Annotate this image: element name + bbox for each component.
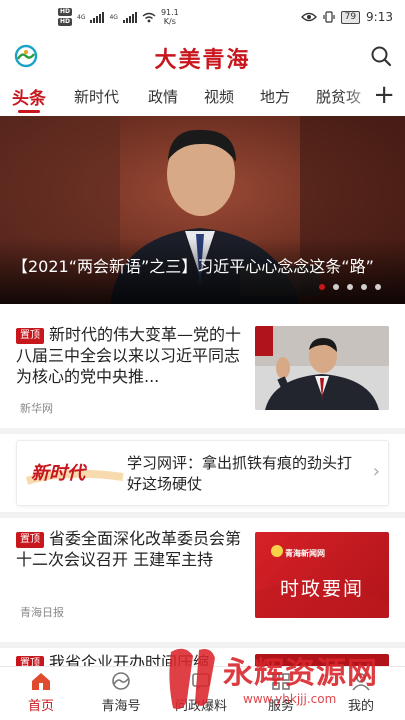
thumbnail-title: 时政要闻 xyxy=(279,578,364,600)
sim1-badge: HD xyxy=(58,8,73,16)
nav-label: 青海号 xyxy=(101,699,141,714)
section-divider xyxy=(0,428,405,434)
tab-politics[interactable]: 政情 xyxy=(148,86,178,107)
section-divider xyxy=(0,512,405,518)
battery-indicator: 79 xyxy=(340,10,361,24)
wifi-icon xyxy=(142,12,156,22)
add-channel-icon[interactable]: + xyxy=(373,82,395,108)
carousel-dot[interactable] xyxy=(361,284,367,290)
tab-headlines[interactable]: 头条 xyxy=(12,84,46,109)
nav-qinghai-hao[interactable]: 青海号 xyxy=(86,671,156,714)
hero-caption[interactable]: 【2021“两会新语”之三】习近平心心念念这条“路” xyxy=(12,256,377,278)
sim-indicators: HD HD xyxy=(58,8,73,26)
news-thumbnail[interactable]: 青海新闻网 时政要闻 xyxy=(255,532,389,618)
watermark-url: www.yhkjjj.com xyxy=(243,692,337,706)
thumbnail-header: 青海新闻网 xyxy=(285,549,325,558)
sim2-badge: HD xyxy=(58,18,73,26)
signal2-icon xyxy=(122,11,137,23)
news-title[interactable]: 置顶 新时代的伟大变革—党的十八届三中全会以来以习近平同志为核心的党中央推... xyxy=(16,324,244,387)
featured-title[interactable]: 学习网评：拿出抓铁有痕的劲头打好这场硬仗 xyxy=(127,453,362,495)
carousel-dots xyxy=(319,284,381,290)
signal1-icon xyxy=(90,11,105,23)
home-icon xyxy=(32,673,50,690)
app-title: 大美青海 xyxy=(154,47,251,73)
qinghai-logo-icon xyxy=(112,672,130,690)
news-source: 青海日报 xyxy=(20,606,64,619)
status-left: HD HD 4G 4G 91.1 K/s xyxy=(58,8,179,26)
network1-type: 4G xyxy=(77,13,86,21)
news-title-text: 省委全面深化改革委员会第十二次会议召开 王建军主持 xyxy=(16,529,242,569)
news-item[interactable]: 置顶 新时代的伟大变革—党的十八届三中全会以来以习近平同志为核心的党中央推... … xyxy=(0,314,405,426)
news-item[interactable]: 置顶 省委全面深化改革委员会第十二次会议召开 王建军主持 青海日报 青海新闻网 时… xyxy=(0,520,405,640)
search-icon[interactable] xyxy=(369,44,393,68)
watermark-text: 永辉资源网 xyxy=(223,656,378,691)
network-speed-unit: K/s xyxy=(163,17,176,26)
vibrate-icon xyxy=(322,11,335,23)
carousel-dot[interactable] xyxy=(375,284,381,290)
network-speed-value: 91.1 xyxy=(160,8,179,17)
news-thumbnail-image xyxy=(255,326,389,410)
carousel-dot[interactable] xyxy=(319,284,325,290)
tab-local[interactable]: 地方 xyxy=(260,86,290,107)
status-right: 79 9:13 xyxy=(300,10,393,24)
news-title-text: 新时代的伟大变革—党的十八届三中全会以来以习近平同志为核心的党中央推... xyxy=(16,325,242,386)
network-speed: 91.1 K/s xyxy=(161,8,179,26)
carousel-dot[interactable] xyxy=(333,284,339,290)
pinned-badge: 置顶 xyxy=(16,328,44,344)
network2-type: 4G xyxy=(109,13,118,21)
tab-video[interactable]: 视频 xyxy=(204,86,234,107)
news-title[interactable]: 置顶 省委全面深化改革委员会第十二次会议召开 王建军主持 xyxy=(16,528,244,570)
news-source: 新华网 xyxy=(20,402,53,415)
clock: 9:13 xyxy=(366,10,393,24)
carousel-dot[interactable] xyxy=(347,284,353,290)
nav-label: 首页 xyxy=(27,699,54,714)
nav-home[interactable]: 首页 xyxy=(6,671,76,714)
hero-carousel[interactable]: 【2021“两会新语”之三】习近平心心念念这条“路” xyxy=(0,116,405,304)
featured-image-text: 新时代 xyxy=(31,463,85,484)
channel-tabs: 头条 新时代 政情 视频 地方 脱贫攻 + xyxy=(0,78,405,114)
tab-new-era[interactable]: 新时代 xyxy=(74,86,119,107)
status-bar: HD HD 4G 4G 91.1 K/s 79 9:13 xyxy=(0,0,405,36)
news-thumbnail[interactable] xyxy=(255,326,389,410)
eye-icon xyxy=(300,12,317,22)
app-header: 大美青海 xyxy=(0,36,405,76)
active-tab-indicator xyxy=(18,110,40,113)
watermark: 永辉资源网 www.yhkjjj.com xyxy=(163,640,403,718)
chevron-right-icon[interactable]: › xyxy=(373,461,380,482)
pinned-badge: 置顶 xyxy=(16,532,44,548)
featured-banner[interactable]: 新时代 学习网评：拿出抓铁有痕的劲头打好这场硬仗 › xyxy=(16,440,389,506)
